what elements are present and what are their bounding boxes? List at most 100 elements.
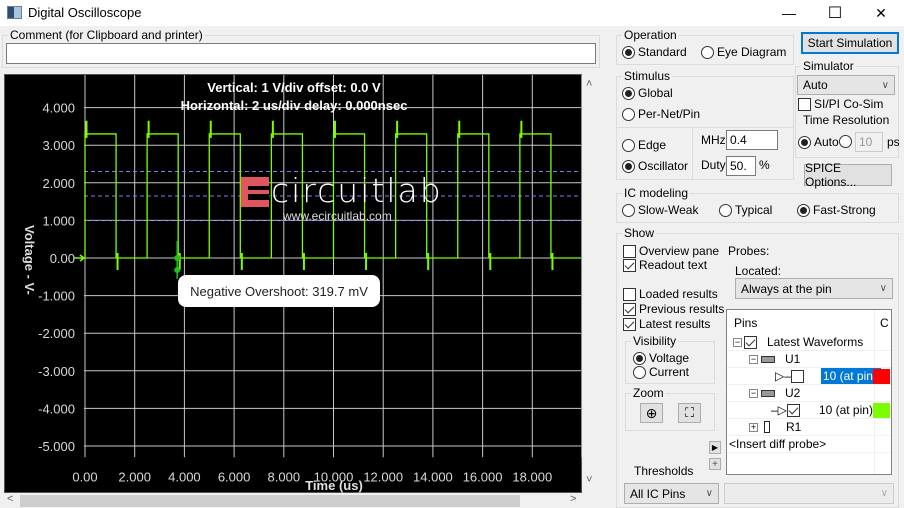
sipi-cosim-checkbox[interactable]: SI/PI Co-Sim	[798, 97, 883, 111]
radio-typical[interactable]: Typical	[719, 203, 772, 217]
y-tick-label: -4.000	[38, 401, 75, 416]
collapse-icon[interactable]: −	[733, 337, 742, 347]
checkbox-indicator[interactable]	[786, 403, 800, 417]
tree-row-r1[interactable]: + R1	[727, 419, 891, 436]
tree-label: R1	[786, 420, 802, 434]
radio-indicator	[622, 45, 635, 59]
radio-global[interactable]: Global	[622, 86, 673, 100]
radio-current[interactable]: Current	[633, 365, 689, 379]
probe-color-swatch[interactable]	[873, 368, 890, 384]
radio-time-auto[interactable]: Auto	[798, 135, 839, 149]
spice-options-button[interactable]: SPICE Options...	[804, 161, 892, 189]
tree-row-u1[interactable]: − U1	[727, 351, 891, 368]
radio-label: Per-Net/Pin	[638, 107, 701, 121]
logo-e-mark	[241, 177, 269, 207]
loaded-results-checkbox[interactable]: Loaded results	[623, 287, 718, 301]
radio-indicator	[798, 135, 811, 149]
insert-diff-probe-row[interactable]: <Insert diff probe>	[727, 436, 891, 453]
input-pin-icon: –▷	[771, 403, 787, 417]
radio-edge[interactable]: Edge	[622, 138, 666, 152]
previous-results-checkbox[interactable]: Previous results	[623, 302, 724, 316]
radio-indicator	[622, 86, 635, 100]
insert-diff-probe-label: <Insert diff probe>	[729, 437, 827, 451]
minimize-button[interactable]: —	[766, 0, 812, 26]
located-select[interactable]: Always at the pin ∨	[735, 278, 893, 299]
overview-pane-checkbox[interactable]: Overview pane	[623, 244, 719, 258]
checkbox-indicator[interactable]	[790, 369, 804, 383]
probe-color-swatch[interactable]	[873, 402, 890, 418]
time-resolution-input[interactable]: 10	[855, 132, 883, 152]
operation-label: Operation	[622, 28, 679, 42]
time-resolution-unit: ps	[887, 135, 900, 149]
tree-row-u2-pin10[interactable]: –▷ 10 (at pin)	[727, 402, 891, 419]
scroll-right-icon[interactable]: >	[570, 493, 576, 505]
duty-label: Duty	[701, 158, 726, 172]
radio-indicator	[622, 203, 635, 217]
tree-row-latest-waveforms[interactable]: − Latest Waveforms	[727, 334, 891, 351]
scroll-up-icon[interactable]: ˄	[586, 78, 592, 90]
probes-label: Probes:	[728, 244, 770, 258]
radio-indicator	[839, 135, 852, 148]
horizontal-scrollbar[interactable]: < >	[4, 493, 582, 508]
radio-time-custom[interactable]	[839, 135, 852, 148]
simulator-select[interactable]: Auto ∨	[797, 75, 895, 95]
y-tick-label: -1.000	[38, 289, 75, 304]
zoom-in-button[interactable]: ⊕	[640, 403, 663, 423]
horizontal-scroll-thumb[interactable]	[20, 495, 520, 507]
radio-per-net-pin[interactable]: Per-Net/Pin	[622, 107, 700, 121]
latest-results-checkbox[interactable]: Latest results	[623, 317, 710, 331]
tree-row-u2[interactable]: − U2	[727, 385, 891, 402]
y-tick-label: 0.00	[50, 251, 75, 266]
radio-oscillator[interactable]: Oscillator	[622, 159, 688, 173]
scroll-down-icon[interactable]: ˅	[586, 474, 592, 486]
overshoot-tooltip: Negative Overshoot: 319.7 mV	[178, 275, 380, 307]
y-tick-label: 1.000	[42, 213, 75, 228]
radio-voltage[interactable]: Voltage	[633, 351, 689, 365]
radio-standard[interactable]: Standard	[622, 45, 687, 59]
collapse-icon[interactable]: −	[749, 388, 758, 398]
readout-text-checkbox[interactable]: Readout text	[623, 258, 707, 272]
close-button[interactable]: ✕	[858, 0, 904, 26]
zoom-label: Zoom	[631, 386, 666, 400]
radio-slow-weak[interactable]: Slow-Weak	[622, 203, 698, 217]
collapse-icon[interactable]: −	[749, 354, 758, 364]
tree-label: 10 (at pin)	[818, 403, 873, 417]
radio-fast-strong[interactable]: Fast-Strong	[797, 203, 876, 217]
app-icon	[7, 6, 22, 19]
radio-label: Fast-Strong	[813, 203, 876, 217]
ic-modeling-label: IC modeling	[622, 186, 691, 200]
maximize-button[interactable]: ☐	[812, 0, 858, 26]
comment-input[interactable]	[6, 43, 596, 64]
add-probe-button[interactable]: +	[709, 458, 721, 470]
zoom-in-icon: ⊕	[645, 404, 658, 421]
checkbox-indicator[interactable]	[744, 335, 757, 349]
checkbox-label: Overview pane	[639, 244, 720, 258]
tree-row-u1-pin10[interactable]: ▷– 10 (at pin)	[727, 368, 891, 385]
start-simulation-button[interactable]: Start Simulation	[801, 32, 899, 54]
checkbox-indicator	[623, 287, 636, 301]
scroll-left-icon[interactable]: <	[7, 493, 13, 505]
radio-indicator	[633, 365, 646, 379]
y-tick-label: 2.000	[42, 176, 75, 191]
radio-indicator	[719, 203, 732, 217]
thresholds-secondary-select[interactable]: ∨	[724, 483, 894, 504]
radio-label: Eye Diagram	[717, 45, 787, 59]
zoom-fit-button[interactable]: ⛶	[678, 403, 701, 423]
vertical-scrollbar[interactable]: ˄ ˅	[582, 74, 598, 493]
stimulus-divider-vertical	[692, 128, 693, 180]
radio-label: Auto	[814, 135, 839, 149]
frequency-input[interactable]: 0.4	[726, 130, 778, 150]
chevron-down-icon: ∨	[879, 283, 887, 294]
plus-icon: +	[712, 458, 718, 470]
radio-eye-diagram[interactable]: Eye Diagram	[701, 45, 786, 59]
chevron-down-icon: ∨	[881, 79, 889, 91]
expand-panel-button[interactable]: ▶	[709, 441, 721, 454]
simulator-label: Simulator	[801, 59, 856, 73]
probe-tree[interactable]: Pins C − Latest Waveforms − U1 ▷– 10 (at…	[726, 309, 892, 475]
thresholds-select[interactable]: All IC Pins ∨	[624, 483, 719, 504]
radio-indicator	[701, 45, 714, 59]
expand-icon[interactable]: +	[749, 422, 758, 432]
show-label: Show	[622, 226, 657, 240]
duty-input[interactable]: 50.	[726, 156, 756, 176]
vertical-readout: Vertical: 1 V/div offset: 0.0 V	[207, 80, 381, 95]
